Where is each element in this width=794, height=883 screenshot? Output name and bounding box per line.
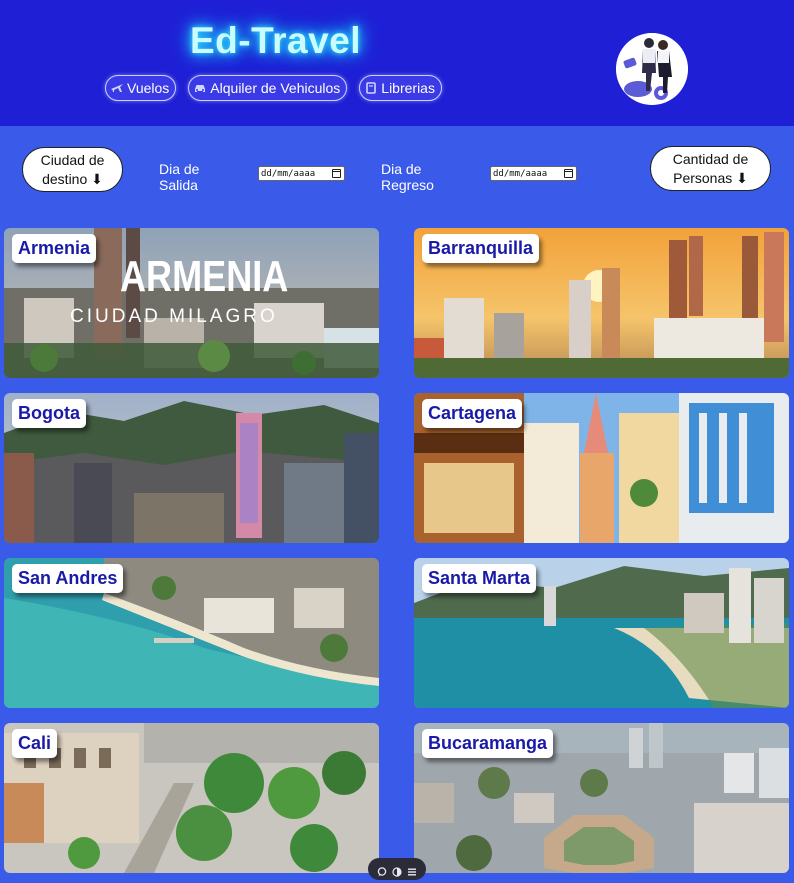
city-card-label: Cartagena — [422, 399, 523, 428]
destination-city-dropdown[interactable]: Ciudad de destino ⬇ — [22, 147, 123, 192]
nav-flights-label: Vuelos — [127, 80, 170, 96]
menu-icon[interactable] — [407, 864, 417, 876]
chat-icon[interactable] — [377, 864, 387, 877]
city-card-barranquilla[interactable]: Barranquilla — [414, 228, 789, 378]
plane-icon — [110, 81, 124, 95]
city-card-cartagena[interactable]: Cartagena — [414, 393, 789, 543]
departure-date-label: Dia de Salida — [159, 161, 200, 193]
city-card-label: Santa Marta — [422, 564, 537, 593]
city-card-label: Cali — [12, 729, 58, 758]
calendar-icon[interactable] — [564, 169, 573, 178]
book-icon — [364, 81, 378, 95]
departure-date-input[interactable]: dd/mm/aaaa — [258, 166, 345, 181]
cali-photo — [4, 723, 379, 873]
nav-car-rental-button[interactable]: Alquiler de Vehiculos — [188, 75, 348, 101]
city-card-santa-marta[interactable]: Santa Marta — [414, 558, 789, 708]
city-card-cali[interactable]: Cali — [4, 723, 379, 873]
city-card-san-andres[interactable]: San Andres — [4, 558, 379, 708]
nav-car-rental-label: Alquiler de Vehiculos — [210, 80, 341, 96]
car-icon — [193, 81, 207, 95]
toggle-icon[interactable] — [392, 864, 402, 877]
header: Ed-Travel Vuelos Alquiler de Vehiculos L… — [0, 0, 794, 126]
people-count-dropdown[interactable]: Cantidad de Personas ⬇ — [650, 146, 771, 191]
destination-city-label: Ciudad de destino ⬇ — [40, 151, 105, 187]
calendar-icon[interactable] — [332, 169, 341, 178]
city-card-label: Armenia — [12, 234, 97, 263]
return-date-label: Dia de Regreso — [381, 161, 434, 193]
main-nav: Vuelos Alquiler de Vehiculos Librerias — [105, 75, 442, 101]
armenia-overlay-subtitle: CIUDAD MILAGRO — [70, 306, 278, 327]
brand-title[interactable]: Ed-Travel — [190, 20, 361, 62]
nav-libraries-label: Librerias — [381, 80, 435, 96]
city-card-label: Barranquilla — [422, 234, 540, 263]
city-card-bogota[interactable]: Bogota — [4, 393, 379, 543]
floating-toolbar — [368, 858, 426, 880]
nav-libraries-button[interactable]: Librerias — [359, 75, 442, 101]
city-card-label: Bucaramanga — [422, 729, 554, 758]
return-date-input[interactable]: dd/mm/aaaa — [490, 166, 577, 181]
people-count-label: Cantidad de Personas ⬇ — [672, 150, 749, 186]
return-date-placeholder: dd/mm/aaaa — [493, 168, 548, 179]
departure-date-placeholder: dd/mm/aaaa — [261, 168, 316, 179]
city-card-label: Bogota — [12, 399, 86, 428]
city-card-label: San Andres — [12, 564, 124, 593]
nav-flights-button[interactable]: Vuelos — [105, 75, 177, 101]
armenia-overlay-title: ARMENIA — [120, 252, 289, 301]
travelers-avatar-icon[interactable] — [616, 33, 688, 105]
city-card-armenia[interactable]: ARMENIA CIUDAD MILAGRO Armenia — [4, 228, 379, 378]
city-card-bucaramanga[interactable]: Bucaramanga — [414, 723, 789, 873]
